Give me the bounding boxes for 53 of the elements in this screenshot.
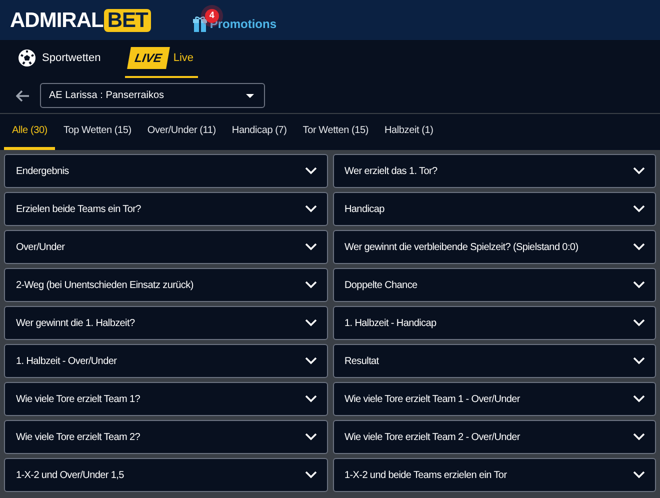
chevron-icon [633, 357, 645, 365]
filter-tab[interactable]: Top Wetten (15) [55, 114, 140, 150]
market-accordion[interactable]: 1. Halbzeit - Handicap [332, 306, 656, 340]
market-accordion[interactable]: 1-X-2 und Over/Under 1,5 [4, 458, 328, 492]
chevron-icon [633, 395, 645, 403]
chevron-icon [633, 319, 645, 327]
chevron-icon [304, 395, 316, 403]
market-accordion[interactable]: Wer gewinnt die 1. Halbzeit? [4, 306, 328, 340]
logo-text: ADMIRAL [10, 10, 104, 30]
market-accordion[interactable]: Endergebnis [4, 154, 328, 188]
market-accordion[interactable]: Wer erzielt das 1. Tor? [332, 154, 656, 188]
match-select[interactable]: AE Larissa : Panserraikos [40, 83, 265, 108]
back-arrow-icon[interactable] [16, 90, 30, 102]
market-accordion[interactable]: 1-X-2 und beide Teams erzielen ein Tor [332, 458, 656, 492]
chevron-icon [633, 433, 645, 441]
chevron-icon [304, 281, 316, 289]
market-accordion[interactable]: Wie viele Tore erzielt Team 2 - Over/Under [332, 420, 656, 454]
chevron-icon [304, 433, 316, 441]
market-accordion[interactable]: Resultat [332, 344, 656, 378]
chevron-icon [633, 281, 645, 289]
chevron-icon [633, 205, 645, 213]
filter-tab[interactable]: Tor Wetten (15) [294, 114, 377, 150]
promotions-link[interactable]: Promotions 4 [192, 5, 278, 35]
caret-icon [246, 94, 254, 98]
market-accordion[interactable]: Wie viele Tore erzielt Team 1 - Over/Under [332, 382, 656, 416]
chevron-icon [304, 319, 316, 327]
chevron-icon [304, 471, 316, 479]
chevron-icon [304, 167, 316, 175]
nav-tab[interactable]: Sportwetten [14, 40, 105, 78]
chevron-icon [304, 205, 316, 213]
market-accordion[interactable]: 1. Halbzeit - Over/Under [4, 344, 328, 378]
filter-tab[interactable]: Handicap (7) [224, 114, 295, 150]
soccer-ball-icon [18, 49, 36, 67]
market-accordion[interactable]: Handicap [332, 192, 656, 226]
chevron-icon [633, 471, 645, 479]
logo-text: BET [104, 8, 151, 32]
market-accordion[interactable]: Wer gewinnt die verbleibende Spielzeit? (Spielstand 0:0) [332, 230, 656, 264]
market-accordion[interactable]: Wie viele Tore erzielt Team 1? [4, 382, 328, 416]
market-accordion[interactable]: Erzielen beide Teams ein Tor? [4, 192, 328, 226]
market-accordion[interactable]: Over/Under [4, 230, 328, 264]
filter-tab[interactable]: Over/Under (11) [139, 114, 224, 150]
chevron-icon [304, 357, 316, 365]
chevron-icon [633, 167, 645, 175]
market-accordion[interactable]: Wie viele Tore erzielt Team 2? [4, 420, 328, 454]
logo[interactable]: ADMIRAL BET [10, 8, 151, 32]
gift-icon [192, 16, 207, 32]
filter-tab[interactable]: Halbzeit (1) [376, 114, 442, 150]
chevron-icon [633, 243, 645, 251]
chevron-icon [304, 243, 316, 251]
live-tag: LIVE [126, 47, 170, 69]
market-accordion[interactable]: Doppelte Chance [332, 268, 656, 302]
market-accordion[interactable]: 2-Weg (bei Unentschieden Einsatz zurück) [4, 268, 328, 302]
filter-tab[interactable]: Alle (30) [4, 114, 56, 150]
